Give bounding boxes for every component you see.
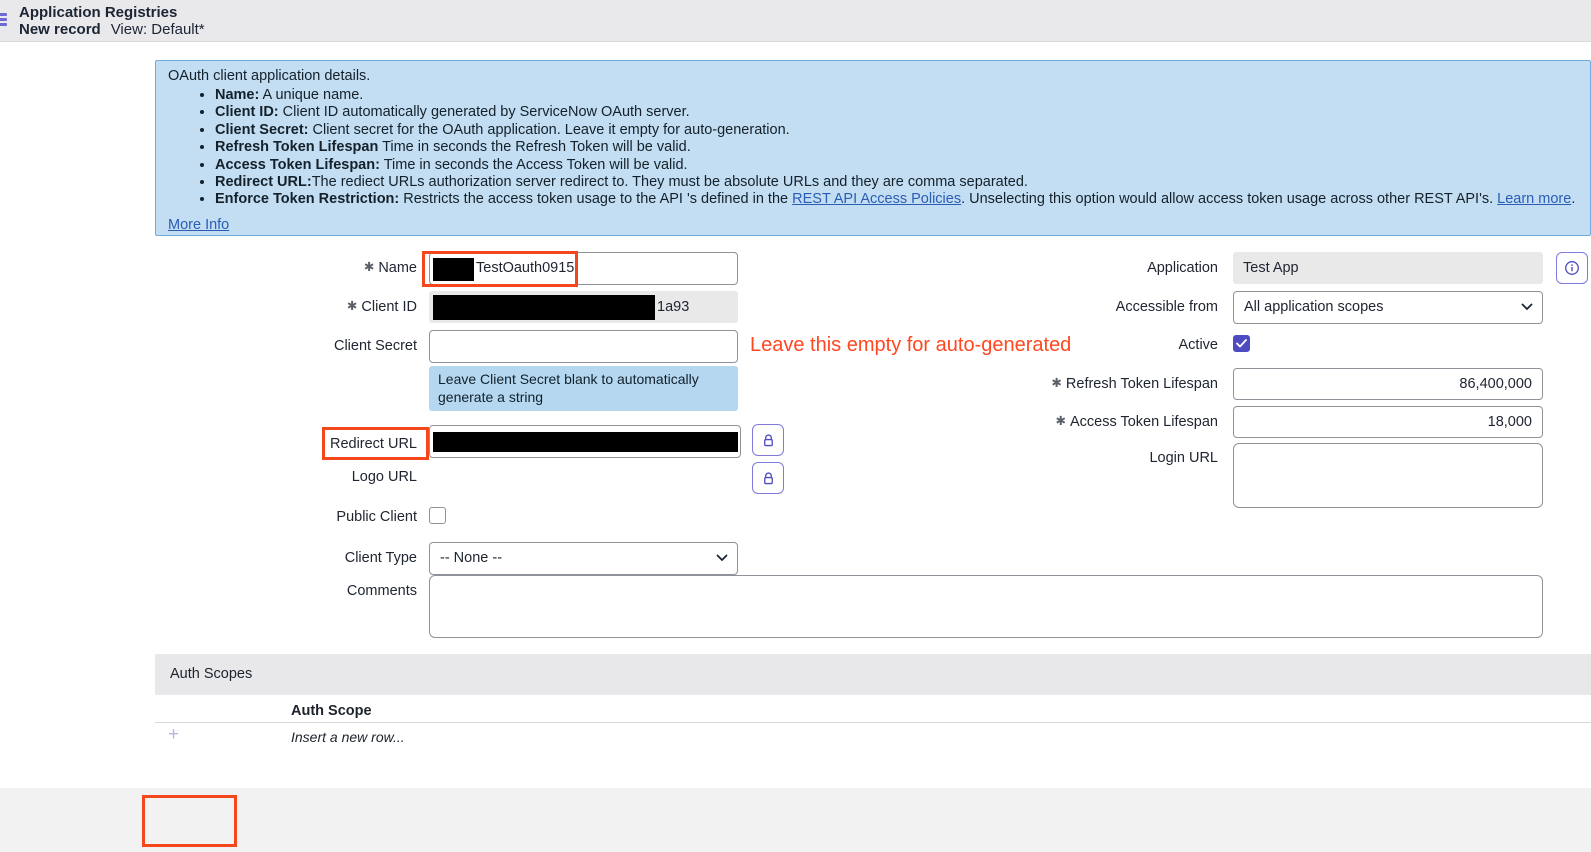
client-type-select[interactable]: -- None -- bbox=[429, 542, 738, 575]
page: Application Registries New record View: D… bbox=[0, 0, 1591, 852]
access-token-lifespan-value: 18,000 bbox=[1488, 414, 1532, 430]
application-field: Test App bbox=[1233, 252, 1543, 284]
client-secret-input[interactable] bbox=[429, 330, 738, 363]
application-value: Test App bbox=[1243, 260, 1299, 276]
top-bar: Application Registries New record View: D… bbox=[0, 0, 1591, 42]
required-icon: ✱ bbox=[364, 260, 374, 274]
accessible-from-select[interactable]: All application scopes bbox=[1233, 291, 1543, 324]
info-bullet-access-token: Access Token Lifespan: Time in seconds t… bbox=[215, 157, 1578, 174]
redirect-url-lock-button[interactable] bbox=[752, 424, 784, 456]
lock-icon bbox=[761, 433, 776, 448]
client-secret-label: Client Secret bbox=[155, 338, 417, 355]
info-bullet-client-id: Client ID: Client ID automatically gener… bbox=[215, 104, 1578, 121]
redacted-redirect-url bbox=[433, 432, 738, 452]
menu-icon[interactable] bbox=[0, 13, 8, 29]
required-icon: ✱ bbox=[1055, 414, 1065, 428]
active-label: Active bbox=[900, 337, 1218, 354]
rest-api-access-policies-link[interactable]: REST API Access Policies bbox=[792, 191, 961, 207]
oauth-info-box: OAuth client application details. Name: … bbox=[155, 60, 1591, 236]
name-label: ✱Name bbox=[155, 260, 417, 277]
info-bullet-name: Name: A unique name. bbox=[215, 87, 1578, 104]
info-icon bbox=[1564, 260, 1580, 276]
redirect-url-input[interactable] bbox=[429, 425, 741, 458]
name-value: TestOauth0915 bbox=[476, 253, 574, 284]
comments-label: Comments bbox=[155, 583, 417, 600]
accessible-from-label: Accessible from bbox=[900, 299, 1218, 316]
client-id-field: 1a93 bbox=[429, 291, 738, 323]
redacted-name-prefix bbox=[433, 258, 474, 281]
record-label: New record bbox=[19, 21, 101, 38]
logo-url-lock-button[interactable] bbox=[752, 462, 784, 494]
view-label: View: Default* bbox=[111, 21, 205, 38]
public-client-checkbox[interactable] bbox=[429, 507, 446, 524]
page-title: Application Registries bbox=[19, 4, 205, 21]
client-type-value: -- None -- bbox=[440, 550, 502, 566]
application-label: Application bbox=[900, 260, 1218, 277]
lock-icon bbox=[761, 471, 776, 486]
chevron-down-icon bbox=[716, 554, 728, 562]
client-secret-hint: Leave Client Secret blank to automatical… bbox=[429, 366, 738, 411]
check-icon bbox=[1236, 339, 1247, 348]
info-bullet-list: Name: A unique name. Client ID: Client I… bbox=[168, 87, 1578, 209]
comments-textarea[interactable] bbox=[429, 575, 1543, 638]
submit-highlight-box bbox=[142, 795, 237, 847]
refresh-token-lifespan-input[interactable]: 86,400,000 bbox=[1233, 368, 1543, 400]
auth-scopes-table-divider bbox=[155, 722, 1591, 723]
application-info-button[interactable] bbox=[1556, 252, 1588, 284]
required-icon: ✱ bbox=[347, 299, 357, 313]
auth-scope-column-header[interactable]: Auth Scope bbox=[291, 703, 372, 719]
header-text: Application Registries New record View: D… bbox=[19, 4, 205, 38]
access-token-lifespan-input[interactable]: 18,000 bbox=[1233, 406, 1543, 438]
login-url-textarea[interactable] bbox=[1233, 443, 1543, 508]
public-client-label: Public Client bbox=[155, 509, 417, 526]
auth-scopes-section-header: Auth Scopes bbox=[155, 654, 1591, 695]
learn-more-link[interactable]: Learn more bbox=[1497, 191, 1571, 207]
page-subtitle: New record View: Default* bbox=[19, 21, 205, 38]
logo-url-label: Logo URL bbox=[155, 469, 417, 486]
client-id-label: ✱Client ID bbox=[155, 299, 417, 316]
insert-new-row[interactable]: Insert a new row... bbox=[291, 729, 405, 745]
chevron-down-icon bbox=[1521, 303, 1533, 311]
active-checkbox[interactable] bbox=[1233, 335, 1250, 352]
more-info-link[interactable]: More Info bbox=[168, 217, 229, 233]
form-footer: Submit bbox=[0, 788, 1591, 852]
accessible-from-value: All application scopes bbox=[1244, 299, 1383, 315]
info-intro: OAuth client application details. bbox=[168, 68, 1578, 84]
client-type-label: Client Type bbox=[155, 550, 417, 567]
info-bullet-enforce-token: Enforce Token Restriction: Restricts the… bbox=[215, 191, 1578, 208]
info-bullet-client-secret: Client Secret: Client secret for the OAu… bbox=[215, 122, 1578, 139]
refresh-token-lifespan-label: ✱Refresh Token Lifespan bbox=[900, 376, 1218, 393]
name-input[interactable]: TestOauth0915 bbox=[429, 252, 738, 285]
info-bullet-redirect-url: Redirect URL:The rediect URLs authorizat… bbox=[215, 174, 1578, 191]
insert-row-plus-icon[interactable]: + bbox=[168, 724, 179, 746]
refresh-token-lifespan-value: 86,400,000 bbox=[1459, 376, 1532, 392]
required-icon: ✱ bbox=[1051, 376, 1061, 390]
redacted-client-id bbox=[433, 295, 655, 320]
login-url-label: Login URL bbox=[900, 450, 1218, 467]
client-id-value: 1a93 bbox=[657, 291, 689, 323]
redirect-url-label: Redirect URL bbox=[155, 436, 417, 453]
info-bullet-refresh-token: Refresh Token Lifespan Time in seconds t… bbox=[215, 139, 1578, 156]
access-token-lifespan-label: ✱Access Token Lifespan bbox=[900, 414, 1218, 431]
